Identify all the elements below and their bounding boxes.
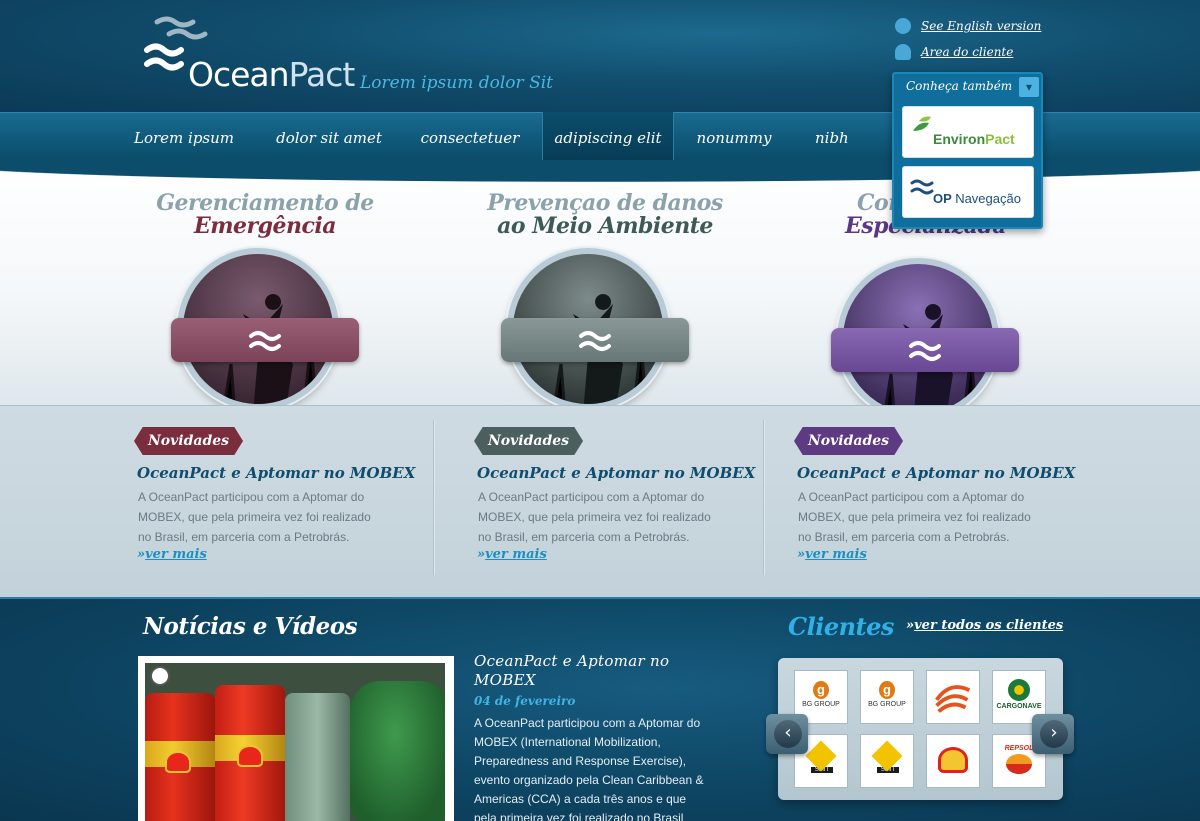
nav-item-nonummy[interactable]: nonummy xyxy=(684,112,784,166)
news-excerpt-line: A OceanPact participou com a Aptomar do xyxy=(478,490,705,504)
column-divider xyxy=(763,420,764,575)
brand-name-part1: Ocean xyxy=(188,55,290,94)
news-badge: Novidades xyxy=(474,427,584,455)
feature-title-line1: Prevençao de danos xyxy=(487,190,723,216)
featured-news-line: pela primeira vez foi realizado no Brasi… xyxy=(474,811,684,821)
client-area-label: Area do cliente xyxy=(921,45,1014,59)
ver-mais-label: ver mais xyxy=(485,547,547,562)
chevron-left-icon: ‹ xyxy=(774,720,802,748)
featured-news-excerpt: A OceanPact participou com a Aptomar do … xyxy=(474,714,724,821)
nav-item-dolor-sit-amet[interactable]: dolor sit amet xyxy=(262,112,396,166)
feature-title-emergencia[interactable]: Gerenciamento de Emergência xyxy=(135,192,395,238)
nav-item-adipiscing-elit[interactable]: adipiscing elit xyxy=(542,112,674,166)
clients-heading: Clientes xyxy=(788,612,894,641)
news-excerpt: A OceanPact participou com a Aptomar do … xyxy=(478,487,728,547)
conheca-tambem-dropdown: Conheça também ▾ EnvironPact OP Navegaçã… xyxy=(892,72,1043,229)
column-divider xyxy=(433,420,434,575)
all-clients-link[interactable]: »ver todos os clientes xyxy=(906,618,1063,633)
news-badge: Novidades xyxy=(134,427,244,455)
client-logo-label: BG GROUP xyxy=(868,701,906,708)
carousel-prev-button[interactable]: ‹ xyxy=(766,714,808,754)
oceanpact-mark-icon xyxy=(909,341,941,361)
ver-mais-link[interactable]: »ver mais xyxy=(137,547,207,562)
featured-news-image[interactable] xyxy=(138,656,454,821)
news-excerpt-line: no Brasil, em parceria com a Petrobrás. xyxy=(478,530,690,544)
featured-news-line: Americas (CCA) a cada três anos e que xyxy=(474,792,687,806)
feature-title-meio-ambiente[interactable]: Prevençao de danos ao Meio Ambiente xyxy=(470,192,740,238)
news-excerpt: A OceanPact participou com a Aptomar do … xyxy=(798,487,1048,547)
client-logo-smit[interactable]: SMIT xyxy=(860,734,914,788)
news-excerpt-line: A OceanPact participou com a Aptomar do xyxy=(138,490,365,504)
client-logo-swirl[interactable] xyxy=(926,670,980,724)
feature-title-line1: Gerenciamento de xyxy=(156,190,374,216)
oceanpact-mark-icon xyxy=(579,331,611,351)
environpact-link[interactable]: EnvironPact xyxy=(902,106,1034,158)
news-excerpt-line: A OceanPact participou com a Aptomar do xyxy=(798,490,1025,504)
news-excerpt-line: MOBEX, que pela primeira vez foi realiza… xyxy=(138,510,371,524)
news-videos-heading: Notícias e Vídeos xyxy=(143,613,358,640)
featured-news-title-line: MOBEX xyxy=(474,671,536,689)
news-excerpt: A OceanPact participou com a Aptomar do … xyxy=(138,487,388,547)
featured-news-title-line: OceanPact e Aptomar no xyxy=(474,652,670,670)
all-clients-prefix: » xyxy=(906,618,915,633)
op-navegacao-link[interactable]: OP Navegação xyxy=(902,166,1034,218)
news-excerpt-line: MOBEX, que pela primeira vez foi realiza… xyxy=(478,510,711,524)
brand-name[interactable]: OceanPact xyxy=(188,55,356,94)
oceanpact-mark-icon xyxy=(249,331,281,351)
oil-barrels-photo xyxy=(145,663,445,821)
nav-item-consectetuer[interactable]: consectetuer xyxy=(408,112,532,166)
carousel-next-button[interactable]: › xyxy=(1032,714,1074,754)
news-title[interactable]: OceanPact e Aptomar no MOBEX xyxy=(477,464,755,482)
featured-news-date: 04 de fevereiro xyxy=(474,694,576,708)
brand-name-part2: Pact xyxy=(288,55,356,94)
op-navegacao-part2: Navegação xyxy=(955,191,1021,206)
featured-news-title[interactable]: OceanPact e Aptomar no MOBEX xyxy=(474,652,724,690)
ver-mais-prefix: » xyxy=(477,547,486,562)
feature-band-emergencia xyxy=(171,318,359,362)
chevron-down-icon[interactable]: ▾ xyxy=(1019,77,1039,97)
all-clients-label: ver todos os clientes xyxy=(914,618,1064,633)
feature-band-meio-ambiente xyxy=(501,318,689,362)
featured-news-line: A OceanPact participou com a Aptomar do xyxy=(474,716,701,730)
news-title[interactable]: OceanPact e Aptomar no MOBEX xyxy=(797,464,1075,482)
news-badge: Novidades xyxy=(794,427,904,455)
news-excerpt-line: no Brasil, em parceria com a Petrobrás. xyxy=(798,530,1010,544)
op-navegacao-part1: OP xyxy=(933,191,952,206)
nav-item-nibh-euism[interactable]: nibh euism xyxy=(800,112,892,166)
nav-item-lorem-ipsum[interactable]: Lorem ipsum xyxy=(122,112,246,166)
clients-carousel: ɡ BG GROUP ɡ BG GROUP CARGONAVE SMIT SMI… xyxy=(778,658,1063,800)
ver-mais-label: ver mais xyxy=(805,547,867,562)
environpact-part2: Pact xyxy=(985,131,1015,147)
feature-band-especializada xyxy=(831,328,1019,372)
featured-news-line: Preparedness and Response Exercise), xyxy=(474,754,687,768)
client-logo-bg-group[interactable]: ɡ BG GROUP xyxy=(860,670,914,724)
ver-mais-prefix: » xyxy=(797,547,806,562)
chevron-right-icon: › xyxy=(1040,720,1068,748)
client-area-link[interactable]: Area do cliente xyxy=(895,44,1013,60)
english-version-link[interactable]: See English version xyxy=(895,18,1041,34)
news-excerpt-line: MOBEX, que pela primeira vez foi realiza… xyxy=(798,510,1031,524)
client-logo-label: BG GROUP xyxy=(802,701,840,708)
news-title[interactable]: OceanPact e Aptomar no MOBEX xyxy=(137,464,415,482)
dropdown-label: Conheça também xyxy=(906,79,1013,93)
featured-news-line: evento organizado pela Clean Caribbean & xyxy=(474,773,704,787)
brand-tagline: Lorem ipsum dolor Sit xyxy=(360,73,553,93)
swirl-logo-icon xyxy=(935,685,971,713)
english-version-label: See English version xyxy=(921,19,1042,33)
client-logo-shell[interactable] xyxy=(926,734,980,788)
feature-title-line2: ao Meio Ambiente xyxy=(497,213,713,239)
feature-title-line2: Emergência xyxy=(193,213,337,239)
ver-mais-label: ver mais xyxy=(145,547,207,562)
ver-mais-prefix: » xyxy=(137,547,146,562)
environpact-part1: Environ xyxy=(933,131,986,147)
globe-icon xyxy=(895,18,911,34)
video-play-icon[interactable] xyxy=(150,666,170,686)
featured-news-line: MOBEX (International Mobilization, xyxy=(474,735,661,749)
ver-mais-link[interactable]: »ver mais xyxy=(797,547,867,562)
client-logo-label: CARGONAVE xyxy=(996,703,1042,710)
news-excerpt-line: no Brasil, em parceria com a Petrobrás. xyxy=(138,530,350,544)
ver-mais-link[interactable]: »ver mais xyxy=(477,547,547,562)
user-icon xyxy=(895,44,911,60)
